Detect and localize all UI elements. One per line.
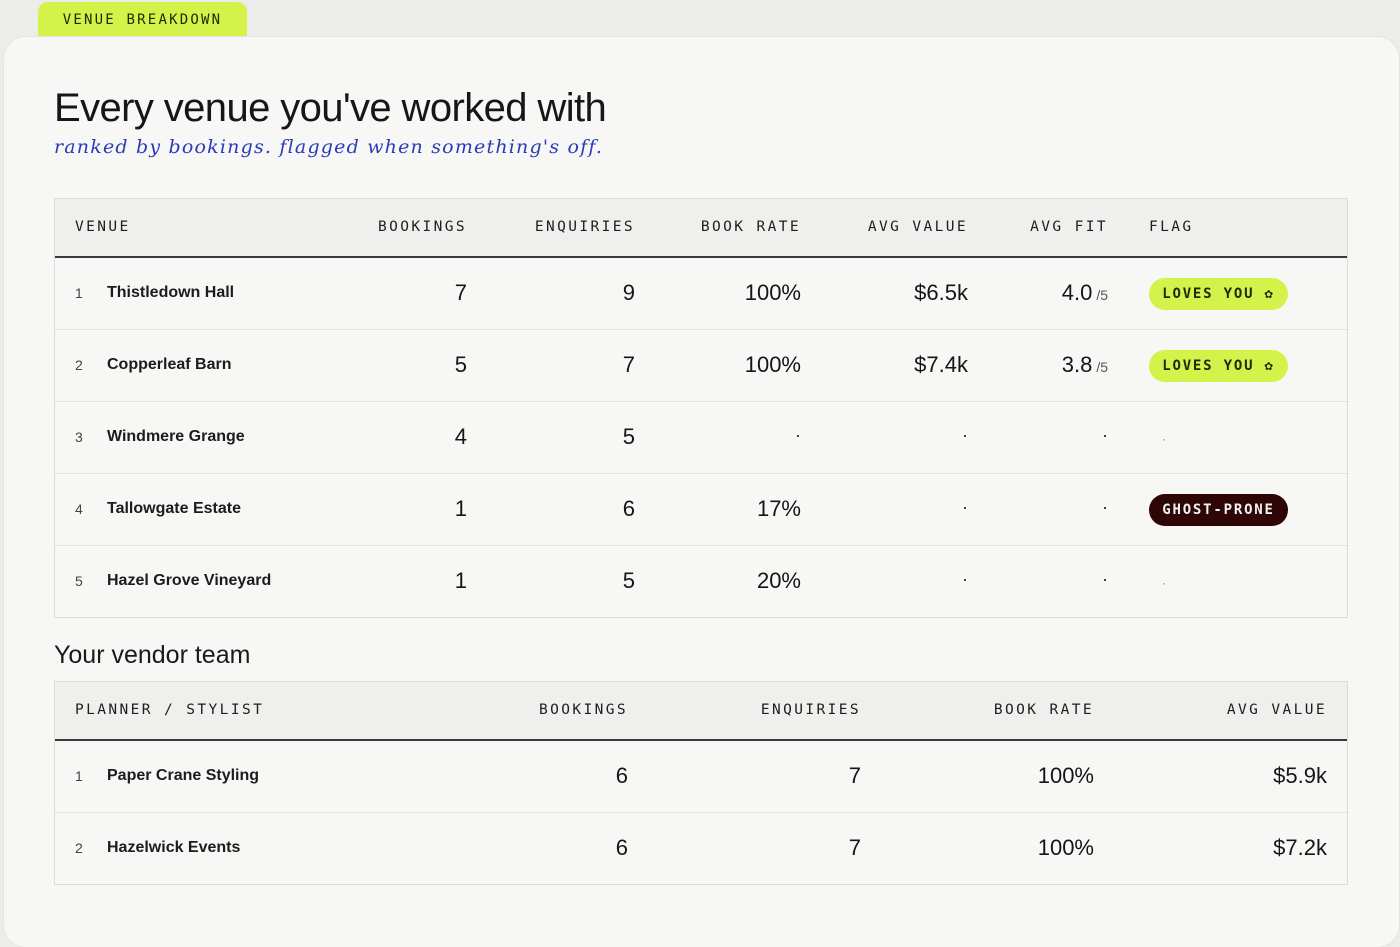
book-rate-value: 17% — [756, 495, 801, 521]
row-rank: 2 — [75, 839, 83, 856]
table-row[interactable]: 3 Windmere Grange 4 5 · · · · — [55, 402, 1347, 474]
avg-fit-denominator: /5 — [1096, 286, 1108, 303]
bookings-value: 6 — [615, 834, 628, 860]
enquiries-value: 5 — [622, 567, 635, 593]
vendor-table: PLANNER / STYLIST BOOKINGS ENQUIRIES BOO… — [54, 681, 1348, 885]
avg-value: $6.5k — [914, 279, 968, 305]
flag-badge-loves-you: LOVES YOU ✿ — [1149, 349, 1288, 382]
venue-name[interactable]: Tallowgate Estate — [107, 500, 241, 518]
avg-fit-score: 4.0 — [1061, 279, 1093, 305]
vendor-name[interactable]: Paper Crane Styling — [107, 767, 259, 785]
venue-name[interactable]: Windmere Grange — [107, 428, 245, 446]
avg-value: · — [962, 496, 968, 517]
col-avg-fit[interactable]: AVG FIT — [1030, 199, 1108, 256]
enquiries-value: 9 — [622, 279, 635, 305]
bookings-value: 7 — [454, 279, 467, 305]
avg-fit-value: 3.8/5 — [1062, 352, 1108, 378]
vendor-table-header: PLANNER / STYLIST BOOKINGS ENQUIRIES BOO… — [55, 682, 1347, 741]
bookings-value: 1 — [454, 567, 467, 593]
venue-table-header: VENUE BOOKINGS ENQUIRIES BOOK RATE AVG V… — [55, 199, 1347, 258]
avg-fit-score: 3.8 — [1061, 351, 1093, 377]
col-enquiries[interactable]: ENQUIRIES — [535, 199, 635, 256]
book-rate-value: 100% — [1037, 834, 1094, 860]
bookings-value: 4 — [454, 423, 467, 449]
book-rate-value: 100% — [744, 351, 801, 377]
book-rate-value: 20% — [756, 567, 801, 593]
vendor-section-title: Your vendor team — [54, 641, 251, 669]
avg-value: · — [962, 424, 968, 445]
avg-value: $7.2k — [1273, 834, 1327, 860]
row-rank: 1 — [75, 767, 83, 784]
venue-name[interactable]: Copperleaf Barn — [107, 356, 231, 374]
table-row[interactable]: 2 Copperleaf Barn 5 7 100% $7.4k 3.8/5 LOVES YO… — [55, 330, 1347, 402]
col-venue[interactable]: VENUE — [75, 199, 131, 256]
vendor-name[interactable]: Hazelwick Events — [107, 839, 240, 857]
col-avg-value[interactable]: AVG VALUE — [1227, 682, 1327, 739]
enquiries-value: 6 — [622, 495, 635, 521]
col-planner-stylist[interactable]: PLANNER / STYLIST — [75, 682, 264, 739]
enquiries-value: 7 — [848, 834, 861, 860]
col-book-rate[interactable]: BOOK RATE — [994, 682, 1094, 739]
row-rank: 5 — [75, 572, 83, 589]
bookings-value: 5 — [454, 351, 467, 377]
row-rank: 4 — [75, 500, 83, 517]
venue-name[interactable]: Thistledown Hall — [107, 284, 234, 302]
avg-value: $7.4k — [914, 351, 968, 377]
enquiries-value: 5 — [622, 423, 635, 449]
col-bookings[interactable]: BOOKINGS — [378, 199, 467, 256]
avg-value: · — [962, 568, 968, 589]
row-rank: 2 — [75, 356, 83, 373]
table-row[interactable]: 1 Thistledown Hall 7 9 100% $6.5k 4.0/5 LOVES Y… — [55, 258, 1347, 330]
table-row[interactable]: 2 Hazelwick Events 6 7 100% $7.2k — [55, 813, 1347, 884]
avg-fit-denominator: /5 — [1096, 358, 1108, 375]
avg-fit-value: · — [1102, 496, 1108, 517]
vendor-rows: 1 Paper Crane Styling 6 7 100% $5.9k 2 Hazelwic… — [55, 741, 1347, 884]
bookings-value: 1 — [454, 495, 467, 521]
avg-fit-value: · — [1102, 424, 1108, 445]
book-rate-value: 100% — [1037, 762, 1094, 788]
venue-breakdown-tab[interactable]: VENUE BREAKDOWN — [38, 2, 247, 40]
row-rank: 1 — [75, 284, 83, 301]
table-row[interactable]: 1 Paper Crane Styling 6 7 100% $5.9k — [55, 741, 1347, 813]
col-bookings[interactable]: BOOKINGS — [539, 682, 628, 739]
page-subtitle: ranked by bookings. flagged when somethi… — [54, 136, 604, 158]
venue-table: VENUE BOOKINGS ENQUIRIES BOOK RATE AVG V… — [54, 198, 1348, 618]
flag-empty: · — [1162, 431, 1166, 446]
book-rate-value: · — [795, 424, 801, 445]
page-title: Every venue you've worked with — [54, 86, 607, 130]
enquiries-value: 7 — [848, 762, 861, 788]
avg-fit-value: 4.0/5 — [1062, 280, 1108, 306]
flag-empty: · — [1162, 575, 1166, 590]
flag-badge-ghost-prone: GHOST-PRONE — [1149, 493, 1288, 526]
enquiries-value: 7 — [622, 351, 635, 377]
avg-value: $5.9k — [1273, 762, 1327, 788]
book-rate-value: 100% — [744, 279, 801, 305]
avg-fit-value: · — [1102, 568, 1108, 589]
col-enquiries[interactable]: ENQUIRIES — [761, 682, 861, 739]
venue-rows: 1 Thistledown Hall 7 9 100% $6.5k 4.0/5 LOVES Y… — [55, 258, 1347, 617]
venue-name[interactable]: Hazel Grove Vineyard — [107, 572, 271, 590]
table-row[interactable]: 4 Tallowgate Estate 1 6 17% · · GHOST-PRONE — [55, 474, 1347, 546]
col-avg-value[interactable]: AVG VALUE — [868, 199, 968, 256]
row-rank: 3 — [75, 428, 83, 445]
col-flag[interactable]: FLAG — [1149, 199, 1194, 256]
flag-badge-loves-you: LOVES YOU ✿ — [1149, 277, 1288, 310]
col-book-rate[interactable]: BOOK RATE — [701, 199, 801, 256]
table-row[interactable]: 5 Hazel Grove Vineyard 1 5 20% · · · — [55, 546, 1347, 617]
bookings-value: 6 — [615, 762, 628, 788]
